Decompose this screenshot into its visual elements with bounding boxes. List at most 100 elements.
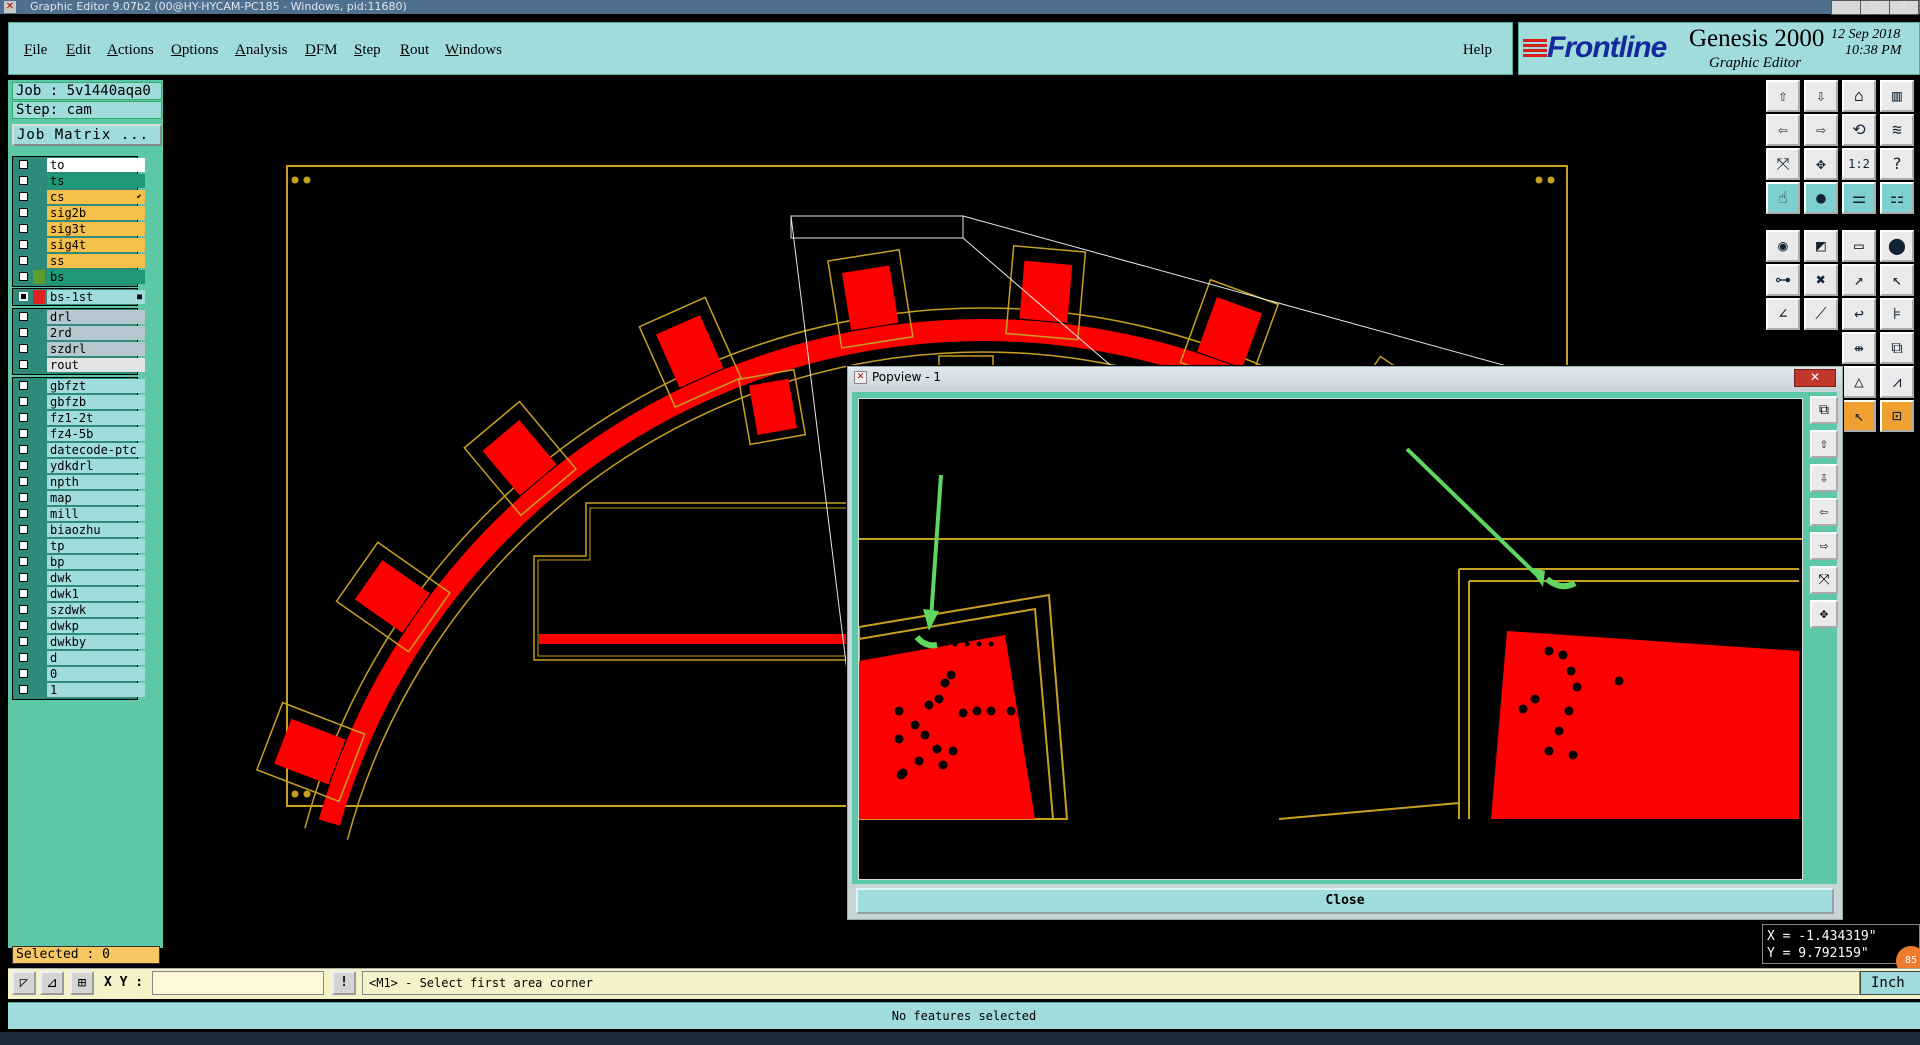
layer-name[interactable]: sig4t: [47, 238, 145, 252]
menu-file[interactable]: File: [24, 42, 47, 59]
layer-name[interactable]: ts: [47, 174, 145, 188]
layer-checkbox[interactable]: [19, 176, 28, 185]
popview-center-icon[interactable]: ✥: [1810, 600, 1838, 628]
layer-checkbox[interactable]: [19, 224, 28, 233]
layer-row-fz1-2t[interactable]: fz1-2t: [13, 410, 145, 426]
triangle-icon[interactable]: △: [1842, 366, 1876, 398]
layer-row-drl[interactable]: drl: [13, 309, 145, 325]
layer-checkbox[interactable]: [19, 573, 28, 582]
layer-name[interactable]: szdwk: [47, 603, 145, 617]
copy-icon[interactable]: ⧉: [1880, 332, 1914, 364]
layer-name[interactable]: map: [47, 491, 145, 505]
layer-checkbox[interactable]: [19, 312, 28, 321]
layer-name[interactable]: dwkp: [47, 619, 145, 633]
layer-checkbox[interactable]: [19, 413, 28, 422]
snap-point-icon[interactable]: ◉: [1766, 230, 1800, 262]
layer-row-datecode-ptc[interactable]: datecode-ptc: [13, 442, 145, 458]
layer-name[interactable]: mill: [47, 507, 145, 521]
home-icon[interactable]: ⌂: [1842, 80, 1876, 112]
grid-red-icon[interactable]: ⚌: [1842, 182, 1876, 214]
layer-name[interactable]: sig2b: [47, 206, 145, 220]
layer-checkbox[interactable]: [19, 493, 28, 502]
layer-row-bs-1st[interactable]: bs-1st ■: [13, 289, 145, 305]
pan-right-icon[interactable]: ⇨: [1804, 114, 1838, 146]
window-titlebar[interactable]: ✕ Graphic Editor 9.07b2 (00@HY-HYCAM-PC1…: [0, 0, 1920, 15]
close-window-button[interactable]: ✕: [1889, 0, 1919, 15]
layer-name[interactable]: bp: [47, 555, 145, 569]
layer-checkbox[interactable]: [19, 381, 28, 390]
layer-row-fz4-5b[interactable]: fz4-5b: [13, 426, 145, 442]
panel-icon[interactable]: ▥: [1880, 80, 1914, 112]
pad-icon[interactable]: ●: [1804, 182, 1838, 214]
layer-checkbox[interactable]: [19, 397, 28, 406]
layer-name[interactable]: datecode-ptc: [47, 443, 145, 457]
popview-close-button[interactable]: Close: [856, 888, 1834, 914]
layer-checkbox[interactable]: [19, 653, 28, 662]
layer-row-szdrl[interactable]: szdrl: [13, 341, 145, 357]
layer-checkbox[interactable]: [19, 192, 28, 201]
layer-name[interactable]: 1: [47, 683, 145, 697]
layer-name[interactable]: gbfzt: [47, 379, 145, 393]
line-icon[interactable]: ↗: [1842, 264, 1876, 296]
connect-icon[interactable]: ⊶: [1766, 264, 1800, 296]
layer-name[interactable]: biaozhu: [47, 523, 145, 537]
menu-windows[interactable]: Windows: [445, 42, 502, 59]
center-icon[interactable]: ✥: [1804, 148, 1838, 180]
layer-row-ts[interactable]: ts: [13, 173, 145, 189]
layer-checkbox[interactable]: [19, 272, 28, 281]
minimize-button[interactable]: –: [1831, 0, 1861, 15]
layer-checkbox[interactable]: [19, 637, 28, 646]
layer-checkbox[interactable]: [19, 557, 28, 566]
layer-name[interactable]: rout: [47, 358, 145, 372]
snap-icon[interactable]: ≋: [1880, 114, 1914, 146]
layer-name[interactable]: fz1-2t: [47, 411, 145, 425]
layer-row-mill[interactable]: mill: [13, 506, 145, 522]
layer-row-0[interactable]: 0: [13, 666, 145, 682]
layer-row-sig2b[interactable]: sig2b: [13, 205, 145, 221]
measure-tool-icon[interactable]: ⊿: [40, 971, 64, 995]
layer-checkbox[interactable]: [19, 477, 28, 486]
layer-row-rout[interactable]: rout: [13, 357, 145, 373]
line-alt-icon[interactable]: ↖: [1880, 264, 1914, 296]
zoom-up-icon[interactable]: ⇧: [1766, 80, 1800, 112]
move-icon[interactable]: ⇹: [1842, 332, 1876, 364]
slash-icon[interactable]: ⟋: [1804, 298, 1838, 330]
layer-checkbox[interactable]: [19, 292, 28, 301]
pan-left-icon[interactable]: ⇦: [1766, 114, 1800, 146]
execute-button[interactable]: !: [332, 971, 356, 995]
layer-row-ss[interactable]: ss: [13, 253, 145, 269]
xy-input[interactable]: [152, 971, 324, 995]
filter-icon[interactable]: ⊧: [1880, 298, 1914, 330]
layer-checkbox[interactable]: [19, 344, 28, 353]
menu-options[interactable]: Options: [171, 42, 219, 59]
layer-checkbox[interactable]: [19, 208, 28, 217]
popview-pan-right-icon[interactable]: ⇨: [1810, 532, 1838, 560]
layer-name[interactable]: dwk1: [47, 587, 145, 601]
layer-name[interactable]: fz4-5b: [47, 427, 145, 441]
layer-checkbox[interactable]: [19, 605, 28, 614]
menu-help[interactable]: Help: [1463, 42, 1492, 59]
layer-checkbox[interactable]: [19, 256, 28, 265]
popview-pan-left-icon[interactable]: ⇦: [1810, 498, 1838, 526]
layer-checkbox[interactable]: [19, 589, 28, 598]
layer-checkbox[interactable]: [19, 685, 28, 694]
grid-tool-icon[interactable]: ⊞: [70, 971, 94, 995]
layer-row-sig4t[interactable]: sig4t: [13, 237, 145, 253]
layer-name[interactable]: bs: [47, 270, 145, 284]
layer-name[interactable]: ydkdrl: [47, 459, 145, 473]
maximize-button[interactable]: □: [1860, 0, 1890, 15]
menu-step[interactable]: Step: [354, 42, 381, 59]
popview-zoom-out-icon[interactable]: ⇩: [1810, 464, 1838, 492]
layer-row-d[interactable]: d: [13, 650, 145, 666]
layer-name[interactable]: cs ⬋: [47, 190, 145, 204]
layer-row-dwkby[interactable]: dwkby: [13, 634, 145, 650]
layer-checkbox[interactable]: [19, 160, 28, 169]
cross-icon[interactable]: ✖: [1804, 264, 1838, 296]
menu-rout[interactable]: Rout: [400, 42, 429, 59]
layer-name[interactable]: drl: [47, 310, 145, 324]
layer-name[interactable]: to: [47, 158, 145, 172]
layer-name[interactable]: 0: [47, 667, 145, 681]
popview-canvas[interactable]: [858, 398, 1803, 880]
layer-name[interactable]: dwk: [47, 571, 145, 585]
layer-name[interactable]: gbfzb: [47, 395, 145, 409]
